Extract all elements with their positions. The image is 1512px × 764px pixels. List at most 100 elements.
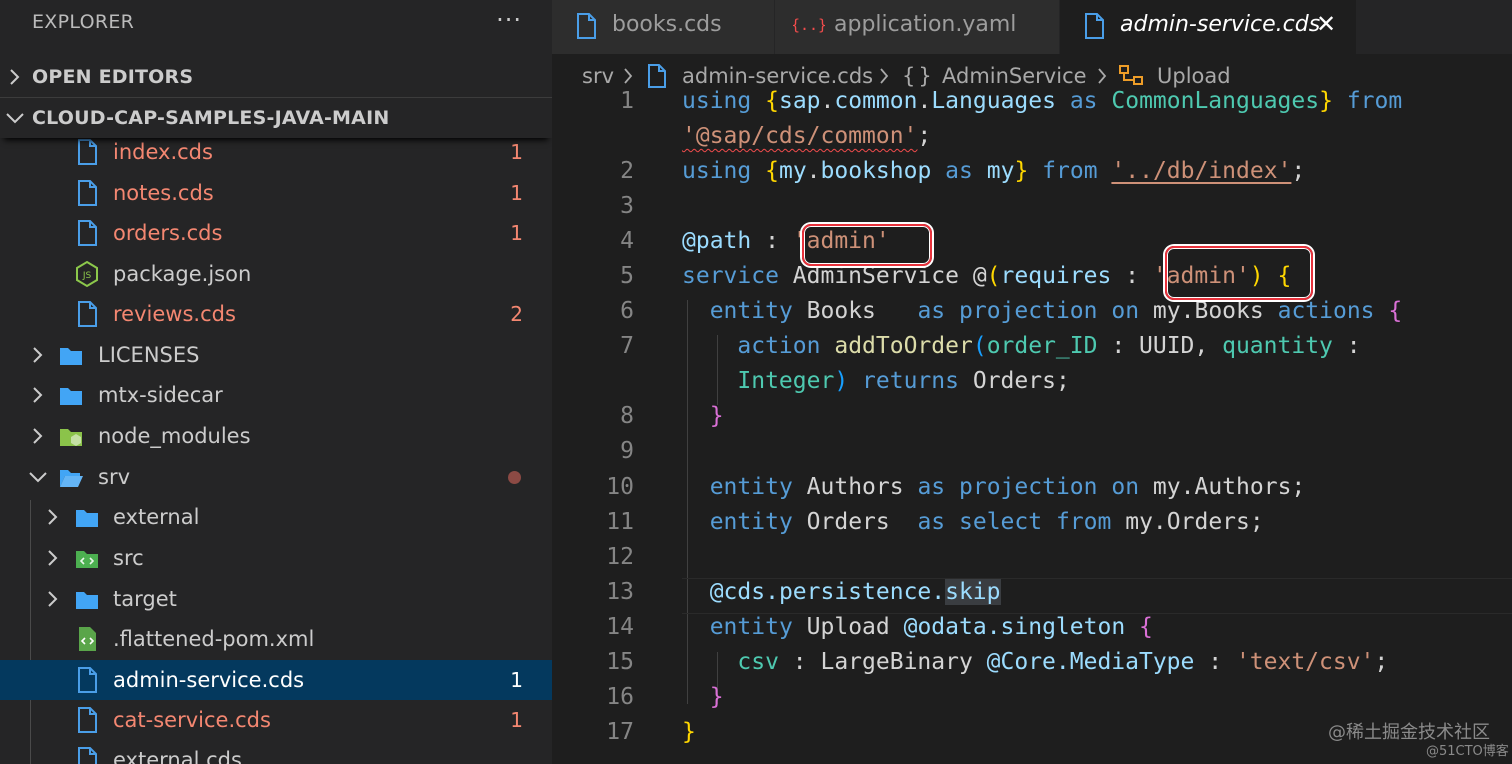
tree-item-licenses[interactable]: LICENSES bbox=[0, 335, 552, 375]
line-number: 3 bbox=[620, 193, 634, 219]
tree-item-mtx-sidecar[interactable]: mtx-sidecar bbox=[0, 375, 552, 415]
highlight-box-requires bbox=[1165, 246, 1313, 300]
tree-item-srv[interactable]: srv bbox=[0, 457, 552, 497]
code-line: entity Upload @odata.singleton { bbox=[709, 614, 1153, 640]
tab-bar: books.cds {..} application.yaml admin-se… bbox=[552, 0, 1512, 54]
namespace-icon: {} bbox=[902, 64, 935, 88]
line-number: 8 bbox=[620, 403, 634, 429]
file-icon bbox=[78, 139, 97, 165]
tree-item-admin-service-cds[interactable]: admin-service.cds 1 bbox=[0, 660, 552, 700]
folder-icon bbox=[76, 592, 98, 609]
tree-item-label: notes.cds bbox=[113, 181, 214, 205]
line-number: 2 bbox=[620, 158, 634, 184]
tree-item-notes-cds[interactable]: notes.cds 1 bbox=[0, 173, 552, 213]
node-folder-icon bbox=[60, 429, 82, 446]
line-number: 16 bbox=[606, 684, 634, 710]
code-line: action addToOrder(order_ID : UUID, quant… bbox=[737, 333, 1361, 359]
open-editors-label: OPEN EDITORS bbox=[32, 66, 194, 88]
line-number: 11 bbox=[606, 509, 634, 535]
problem-count-badge: 2 bbox=[510, 302, 523, 326]
code-line: using {my.bookshop as my} from '../db/in… bbox=[682, 158, 1306, 184]
tab-books-cds[interactable]: books.cds bbox=[552, 0, 775, 54]
tree-item-package-json[interactable]: JS package.json bbox=[0, 254, 552, 294]
tree-item-label: package.json bbox=[113, 262, 252, 286]
tab-application-yaml[interactable]: {..} application.yaml bbox=[775, 0, 1060, 54]
problem-count-badge: 1 bbox=[510, 708, 523, 732]
tree-item-target[interactable]: target bbox=[0, 579, 552, 619]
tree-item-label: reviews.cds bbox=[113, 302, 236, 326]
file-icon bbox=[78, 301, 97, 327]
tree-item-cat-service-cds[interactable]: cat-service.cds 1 bbox=[0, 700, 552, 740]
tab-label: application.yaml bbox=[834, 12, 1017, 37]
file-icon bbox=[78, 707, 97, 733]
open-editors-section[interactable]: OPEN EDITORS bbox=[0, 57, 552, 97]
line-number: 10 bbox=[606, 474, 634, 500]
chevron-down-icon bbox=[29, 472, 47, 483]
file-icon bbox=[577, 13, 596, 39]
tree-item-external[interactable]: external bbox=[0, 497, 552, 537]
line-number: 7 bbox=[620, 333, 634, 359]
more-actions-icon[interactable]: ··· bbox=[496, 6, 522, 34]
code-line: @cds.persistence.skip bbox=[709, 579, 1001, 605]
tree-item-label: cat-service.cds bbox=[113, 708, 271, 732]
tree-item-label: external.cds bbox=[113, 748, 242, 764]
code-line: entity Books as projection on my.Books a… bbox=[709, 298, 1403, 324]
breadcrumb-file[interactable]: admin-service.cds bbox=[682, 64, 873, 88]
nodejs-icon: JS bbox=[76, 260, 98, 288]
tree-item-label: node_modules bbox=[98, 424, 251, 448]
tree-item-reviews-cds[interactable]: reviews.cds 2 bbox=[0, 294, 552, 334]
line-number: 12 bbox=[606, 544, 634, 570]
line-number: 5 bbox=[620, 263, 634, 289]
chevron-right-icon bbox=[48, 550, 58, 566]
code-line: csv : LargeBinary @Core.MediaType : 'tex… bbox=[737, 649, 1389, 675]
tree-item-label: src bbox=[113, 546, 144, 570]
tree-item-flattened-pom[interactable]: .flattened-pom.xml bbox=[0, 619, 552, 659]
chevron-right-icon bbox=[1098, 68, 1107, 84]
chevron-right-icon bbox=[33, 428, 43, 444]
yaml-icon: {..} bbox=[793, 16, 825, 34]
file-icon bbox=[78, 220, 97, 246]
file-icon bbox=[78, 667, 97, 693]
project-label: CLOUD-CAP-SAMPLES-JAVA-MAIN bbox=[32, 107, 390, 129]
chevron-right-icon bbox=[624, 68, 633, 84]
chevron-right-icon bbox=[48, 509, 58, 525]
tab-label: books.cds bbox=[612, 12, 722, 37]
problem-count-badge: 1 bbox=[510, 140, 523, 164]
src-folder-icon bbox=[76, 551, 98, 568]
tab-label: admin-service.cds bbox=[1120, 12, 1321, 37]
tree-item-src[interactable]: src bbox=[0, 538, 552, 578]
explorer-title: EXPLORER bbox=[32, 11, 135, 33]
tree-item-orders-cds[interactable]: orders.cds 1 bbox=[0, 213, 552, 253]
line-number: 17 bbox=[606, 719, 634, 745]
close-icon[interactable]: ✕ bbox=[1316, 10, 1336, 38]
chevron-right-icon bbox=[48, 591, 58, 607]
folder-icon bbox=[60, 388, 82, 405]
project-section[interactable]: CLOUD-CAP-SAMPLES-JAVA-MAIN bbox=[0, 97, 552, 138]
watermark-text: @51CTO博客 bbox=[1426, 744, 1509, 759]
tree-item-label: LICENSES bbox=[98, 343, 200, 367]
breadcrumb-service[interactable]: AdminService bbox=[942, 64, 1087, 88]
svg-text:JS: JS bbox=[82, 271, 92, 281]
code-line: } bbox=[682, 719, 696, 745]
breadcrumb-folder[interactable]: srv bbox=[582, 64, 614, 88]
folder-icon bbox=[60, 348, 82, 365]
file-icon bbox=[1085, 13, 1104, 39]
line-number: 14 bbox=[606, 614, 634, 640]
tree-item-node-modules[interactable]: node_modules bbox=[0, 416, 552, 456]
tree-item-label: srv bbox=[98, 465, 131, 489]
line-number: 6 bbox=[620, 298, 634, 324]
tree-item-index-cds[interactable]: index.cds 1 bbox=[0, 132, 552, 172]
editor-area: books.cds {..} application.yaml admin-se… bbox=[552, 0, 1512, 764]
file-icon bbox=[78, 180, 97, 206]
tree-item-label: index.cds bbox=[113, 140, 213, 164]
code-line: '@sap/cds/common'; bbox=[682, 123, 932, 149]
problem-count-badge: 1 bbox=[510, 221, 523, 245]
tree-item-external-cds[interactable]: external.cds bbox=[0, 740, 552, 764]
tree-item-label: mtx-sidecar bbox=[98, 383, 223, 407]
code-editor[interactable]: 1 2 3 4 5 6 7 8 9 10 11 12 13 14 15 16 1… bbox=[552, 86, 1512, 764]
problem-count-badge: 1 bbox=[510, 181, 523, 205]
line-number: 13 bbox=[606, 579, 634, 605]
breadcrumb-entity[interactable]: Upload bbox=[1157, 64, 1231, 88]
tab-admin-service-cds[interactable]: admin-service.cds ✕ bbox=[1060, 0, 1357, 54]
indent-guide bbox=[687, 300, 688, 704]
